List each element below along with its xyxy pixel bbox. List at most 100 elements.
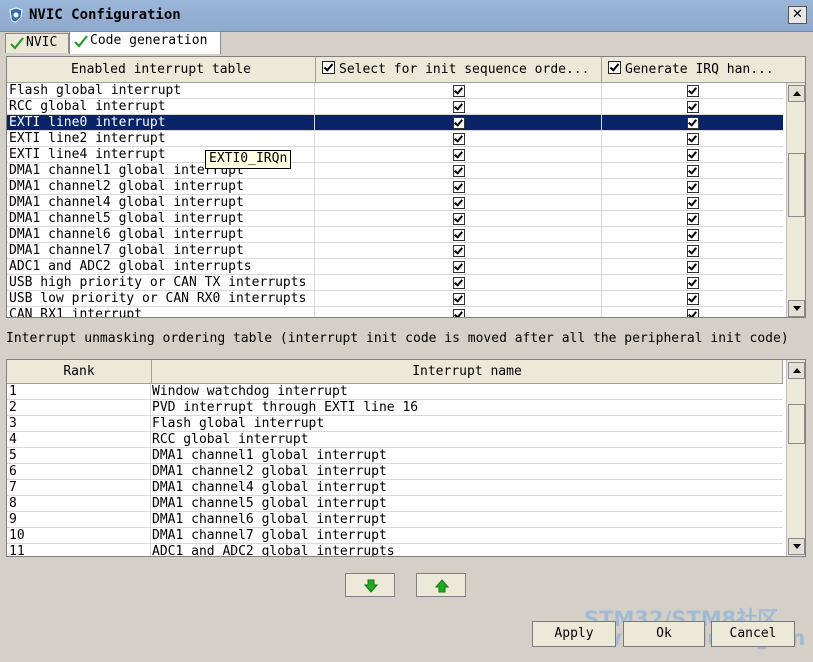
table-row[interactable]: ADC1 and ADC2 global interrupts — [7, 259, 783, 275]
init-sequence-checkbox[interactable] — [453, 165, 465, 177]
table-row[interactable]: 11 ADC1 and ADC2 global interrupts — [7, 544, 783, 557]
column-header-generate-irq[interactable]: Generate IRQ han... — [602, 57, 805, 83]
init-sequence-checkbox[interactable] — [453, 245, 465, 257]
column-header-init-sequence[interactable]: Select for init sequence orde... — [316, 57, 602, 83]
table-row[interactable]: 1 Window watchdog interrupt — [7, 384, 783, 400]
vertical-scrollbar[interactable] — [786, 360, 805, 556]
close-button[interactable]: ✕ — [788, 6, 807, 24]
generate-irq-checkbox[interactable] — [687, 229, 699, 241]
generate-irq-checkbox[interactable] — [687, 245, 699, 257]
init-sequence-checkbox[interactable] — [453, 213, 465, 225]
rank-cell: 8 — [9, 496, 17, 511]
table-row[interactable]: 2 PVD interrupt through EXTI line 16 — [7, 400, 783, 416]
generate-irq-checkbox[interactable] — [687, 165, 699, 177]
column-header-interrupt-name[interactable]: Interrupt name — [152, 360, 783, 384]
init-sequence-checkbox[interactable] — [453, 277, 465, 289]
generate-irq-checkbox[interactable] — [687, 101, 699, 113]
column-header-rank[interactable]: Rank — [7, 360, 152, 384]
rank-cell: 2 — [9, 400, 17, 415]
table-row[interactable]: USB low priority or CAN RX0 interrupts — [7, 291, 783, 307]
generate-irq-checkbox[interactable] — [687, 149, 699, 161]
tab-code-generation[interactable]: Code generation — [69, 31, 221, 54]
generate-irq-checkbox[interactable] — [687, 277, 699, 289]
table-row[interactable]: EXTI line0 interrupt — [7, 115, 783, 131]
interrupt-name-cell: ADC1 and ADC2 global interrupts — [152, 544, 395, 557]
table-row[interactable]: DMA1 channel6 global interrupt — [7, 227, 783, 243]
table-row[interactable]: 4 RCC global interrupt — [7, 432, 783, 448]
table-row[interactable]: EXTI line4 interrupt — [7, 147, 783, 163]
init-sequence-checkbox[interactable] — [453, 293, 465, 305]
table-row[interactable]: 9 DMA1 channel6 global interrupt — [7, 512, 783, 528]
window-title: NVIC Configuration — [29, 7, 181, 23]
scroll-down-button[interactable] — [788, 300, 805, 317]
generate-irq-checkbox[interactable] — [687, 117, 699, 129]
scroll-up-button[interactable] — [788, 85, 805, 102]
scroll-down-button[interactable] — [788, 538, 805, 555]
generate-irq-checkbox[interactable] — [687, 309, 699, 317]
rank-cell: 3 — [9, 416, 17, 431]
move-down-button[interactable] — [345, 573, 395, 597]
interrupt-name: DMA1 channel7 global interrupt — [9, 243, 315, 259]
init-sequence-checkbox[interactable] — [453, 309, 465, 317]
scroll-thumb[interactable] — [788, 153, 805, 217]
column-header-interrupt[interactable]: Enabled interrupt table — [7, 57, 316, 83]
generate-irq-checkbox[interactable] — [687, 85, 699, 97]
generate-irq-checkbox[interactable] — [687, 133, 699, 145]
scroll-thumb[interactable] — [788, 404, 805, 444]
interrupt-name-cell: DMA1 channel5 global interrupt — [152, 496, 387, 511]
column-header-label: Enabled interrupt table — [70, 62, 251, 77]
interrupt-name: EXTI line2 interrupt — [9, 131, 315, 147]
init-sequence-checkbox[interactable] — [453, 117, 465, 129]
generate-irq-checkbox[interactable] — [687, 213, 699, 225]
table-row[interactable]: 8 DMA1 channel5 global interrupt — [7, 496, 783, 512]
generate-irq-checkbox[interactable] — [687, 261, 699, 273]
init-sequence-checkbox[interactable] — [453, 133, 465, 145]
init-sequence-checkbox[interactable] — [453, 197, 465, 209]
table-row[interactable]: DMA1 channel4 global interrupt — [7, 195, 783, 211]
ok-button[interactable]: Ok — [623, 621, 705, 647]
table-row[interactable]: 10 DMA1 channel7 global interrupt — [7, 528, 783, 544]
generate-irq-checkbox[interactable] — [687, 197, 699, 209]
table-row[interactable]: EXTI line2 interrupt — [7, 131, 783, 147]
table-row[interactable]: DMA1 channel2 global interrupt — [7, 179, 783, 195]
header-checkbox[interactable] — [608, 61, 621, 74]
table-row[interactable]: 5 DMA1 channel1 global interrupt — [7, 448, 783, 464]
interrupt-name: DMA1 channel6 global interrupt — [9, 227, 315, 243]
column-header-label: Generate IRQ han... — [625, 62, 774, 77]
interrupt-name: ADC1 and ADC2 global interrupts — [9, 259, 315, 275]
table-row[interactable]: USB high priority or CAN TX interrupts — [7, 275, 783, 291]
init-sequence-checkbox[interactable] — [453, 181, 465, 193]
cancel-button[interactable]: Cancel — [711, 621, 795, 647]
interrupt-name: USB low priority or CAN RX0 interrupts — [9, 291, 315, 307]
header-checkbox[interactable] — [322, 61, 335, 74]
table-row[interactable]: 3 Flash global interrupt — [7, 416, 783, 432]
init-sequence-checkbox[interactable] — [453, 229, 465, 241]
move-up-button[interactable] — [416, 573, 466, 597]
table-row[interactable]: RCC global interrupt — [7, 99, 783, 115]
table-row[interactable]: DMA1 channel5 global interrupt — [7, 211, 783, 227]
apply-button[interactable]: Apply — [532, 621, 616, 647]
arrow-down-icon — [364, 579, 378, 593]
init-sequence-checkbox[interactable] — [453, 261, 465, 273]
table-row[interactable]: Flash global interrupt — [7, 83, 783, 99]
table-row[interactable]: CAN RX1 interrupt — [7, 307, 783, 317]
table-row[interactable]: 7 DMA1 channel4 global interrupt — [7, 480, 783, 496]
table-row[interactable]: DMA1 channel1 global interrupt — [7, 163, 783, 179]
generate-irq-checkbox[interactable] — [687, 181, 699, 193]
init-sequence-checkbox[interactable] — [453, 149, 465, 161]
interrupt-name: RCC global interrupt — [9, 99, 315, 115]
interrupt-name: DMA1 channel2 global interrupt — [9, 179, 315, 195]
tab-nvic[interactable]: NVIC — [5, 33, 69, 53]
vertical-scrollbar[interactable] — [786, 83, 805, 317]
table-row[interactable]: 6 DMA1 channel2 global interrupt — [7, 464, 783, 480]
column-header-label: Rank — [63, 364, 95, 379]
generate-irq-checkbox[interactable] — [687, 293, 699, 305]
init-sequence-checkbox[interactable] — [453, 85, 465, 97]
rank-cell: 10 — [9, 528, 25, 543]
table-row[interactable]: DMA1 channel7 global interrupt — [7, 243, 783, 259]
ordering-section-label: Interrupt unmasking ordering table (inte… — [6, 331, 789, 346]
rank-cell: 4 — [9, 432, 17, 447]
scroll-up-button[interactable] — [788, 362, 805, 379]
arrow-up-icon — [435, 579, 449, 593]
init-sequence-checkbox[interactable] — [453, 101, 465, 113]
